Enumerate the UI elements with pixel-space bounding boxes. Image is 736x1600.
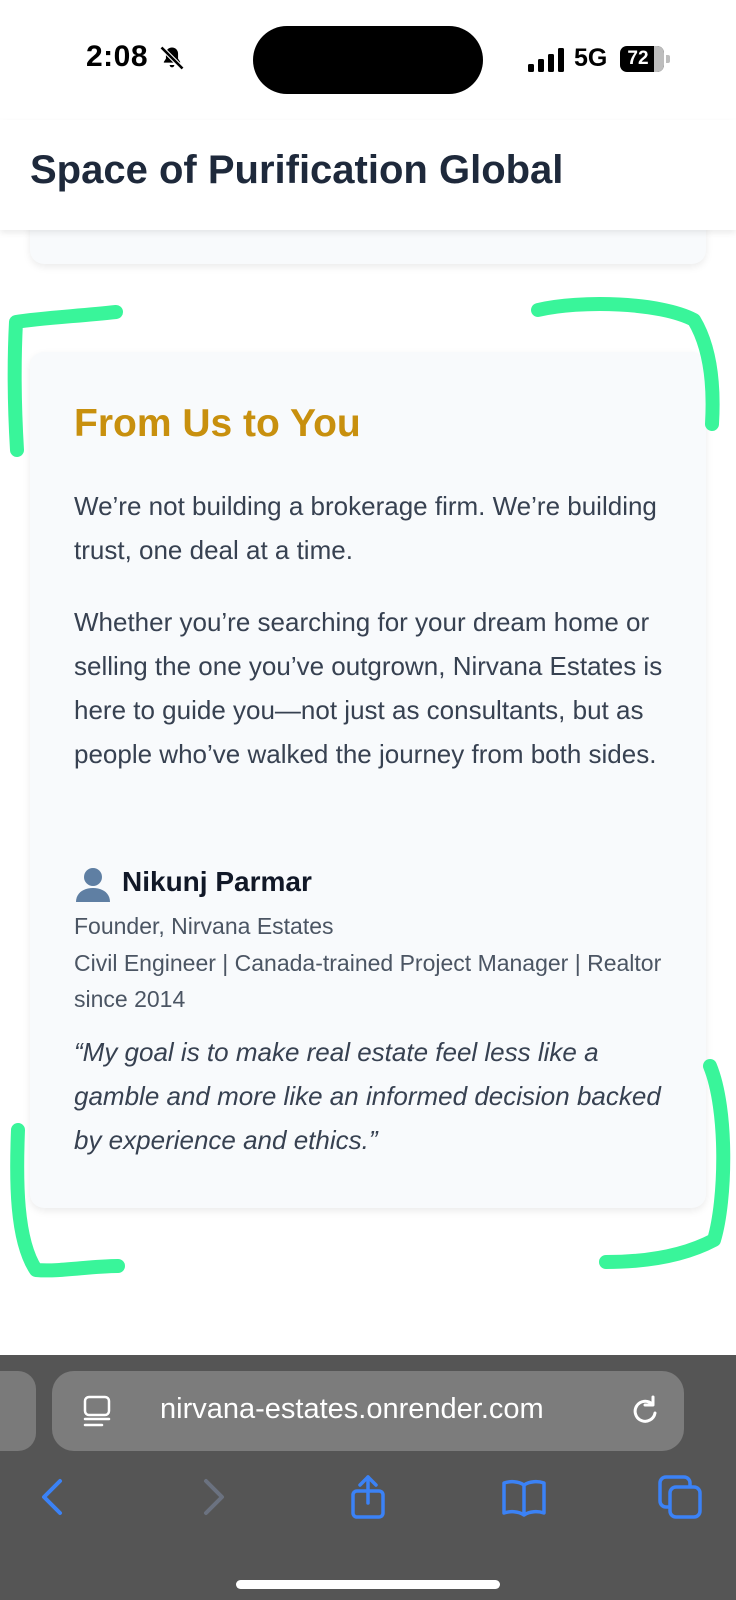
bookmarks-icon[interactable]	[502, 1475, 546, 1519]
reader-icon[interactable]	[82, 1395, 112, 1427]
forward-icon[interactable]	[190, 1475, 234, 1519]
card-paragraph-1: We’re not building a brokerage firm. We’…	[74, 491, 657, 565]
battery-icon: 72	[620, 46, 670, 72]
person-icon	[76, 868, 110, 902]
network-type: 5G	[574, 44, 608, 72]
previous-tab-pill[interactable]	[0, 1371, 36, 1451]
bell-slash-icon	[159, 45, 185, 71]
back-icon[interactable]	[32, 1475, 76, 1519]
status-bar: 2:08 5G 72	[0, 0, 736, 120]
founder-name: Nikunj Parmar	[122, 866, 312, 897]
address-bar[interactable]: nirvana-estates.onrender.com	[52, 1371, 684, 1451]
signal-icon	[528, 48, 564, 72]
home-indicator	[236, 1580, 500, 1589]
founder-credentials: Civil Engineer | Canada-trained Project …	[74, 950, 662, 1012]
battery-percent: 72	[627, 48, 649, 69]
site-header: Space of Purification Global	[0, 120, 736, 230]
status-time: 2:08	[86, 40, 149, 73]
dynamic-island	[253, 26, 483, 94]
tabs-icon[interactable]	[658, 1475, 702, 1519]
url-text[interactable]: nirvana-estates.onrender.com	[160, 1393, 544, 1426]
share-icon[interactable]	[346, 1475, 390, 1519]
site-title[interactable]: Space of Purification Global	[30, 148, 563, 193]
card-title: From Us to You	[74, 402, 361, 445]
card-paragraph-2: Whether you’re searching for your dream …	[74, 607, 663, 769]
founder-quote: “My goal is to make real estate feel les…	[74, 1037, 661, 1155]
from-us-card: From Us to You We’re not building a brok…	[30, 352, 706, 1208]
browser-toolbar: nirvana-estates.onrender.com	[0, 1355, 736, 1600]
reload-icon[interactable]	[628, 1393, 662, 1429]
founder-role: Founder, Nirvana Estates	[74, 913, 334, 939]
